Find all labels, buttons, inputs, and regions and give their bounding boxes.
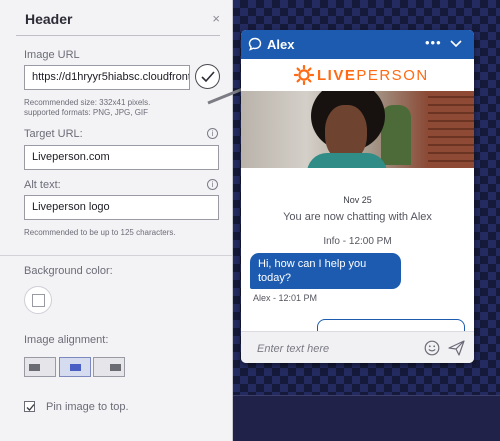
info-icon[interactable]: i <box>207 128 218 139</box>
color-swatch-icon <box>32 294 45 307</box>
close-icon[interactable]: × <box>212 11 220 26</box>
align-left-button[interactable] <box>24 357 56 377</box>
alt-text-label: Alt text: <box>24 179 61 191</box>
chat-agent-name: Alex <box>267 37 295 52</box>
background-color-picker[interactable] <box>24 286 52 314</box>
panel-title: Header <box>25 11 73 27</box>
background-color-label: Background color: <box>24 265 113 277</box>
photo-shirt <box>307 153 387 168</box>
chat-date: Nov 25 <box>343 195 372 205</box>
chat-info-line: Info - 12:00 PM <box>323 236 392 247</box>
chat-window: Alex ••• LIVE PERSON Nov 25 You are now … <box>241 30 474 363</box>
chat-transcript[interactable]: Nov 25 You are now chatting with Alex In… <box>241 168 474 339</box>
chat-composer: Enter text here <box>241 331 474 363</box>
agent-message-bubble: Hi, how can I help you today? <box>250 253 401 289</box>
image-url-input[interactable]: https://d1hryyr5hiabsc.cloudfront. <box>24 65 190 90</box>
send-icon[interactable] <box>448 340 465 356</box>
align-right-icon <box>110 364 121 371</box>
chat-brand-bar: LIVE PERSON <box>241 59 474 91</box>
photo-tree <box>381 105 411 165</box>
alt-text-input[interactable]: Liveperson logo <box>24 195 219 220</box>
pin-image-checkbox[interactable] <box>24 401 35 412</box>
chat-bubble-icon <box>248 37 262 51</box>
liveperson-logo: LIVE PERSON <box>294 63 429 87</box>
image-url-hint-formats: supported formats: PNG, JPG, GIF <box>24 108 149 117</box>
target-url-input[interactable]: Liveperson.com <box>24 145 219 170</box>
sun-logo-icon <box>294 65 314 85</box>
chevron-down-icon[interactable] <box>450 40 462 48</box>
divider <box>0 255 232 256</box>
header-settings-panel: Header × Image URL https://d1hryyr5hiabs… <box>0 0 233 441</box>
chat-header: Alex ••• <box>241 30 474 59</box>
align-right-button[interactable] <box>93 357 125 377</box>
chat-system-message: You are now chatting with Alex <box>283 211 432 223</box>
image-url-hint-size: Recommended size: 332x41 pixels. <box>24 98 151 107</box>
align-center-icon <box>70 364 81 371</box>
align-center-button[interactable] <box>59 357 91 377</box>
image-url-label: Image URL <box>24 49 80 61</box>
photo-building <box>428 91 474 168</box>
agent-message-meta: Alex - 12:01 PM <box>253 293 318 303</box>
more-options-icon[interactable]: ••• <box>425 35 442 50</box>
agent-photo <box>241 91 474 168</box>
message-input[interactable]: Enter text here <box>257 343 329 355</box>
emoji-icon[interactable] <box>424 340 440 356</box>
image-alignment-label: Image alignment: <box>24 334 109 346</box>
pin-image-label: Pin image to top. <box>46 401 129 413</box>
alt-text-hint: Recommended to be up to 125 characters. <box>24 228 176 237</box>
target-url-label: Target URL: <box>24 128 83 140</box>
info-icon[interactable]: i <box>207 179 218 190</box>
checkmark-icon <box>26 404 35 411</box>
logo-word-person: PERSON <box>356 66 429 84</box>
align-left-icon <box>29 364 40 371</box>
logo-word-live: LIVE <box>317 66 357 84</box>
panel-header: Header × <box>16 0 220 36</box>
